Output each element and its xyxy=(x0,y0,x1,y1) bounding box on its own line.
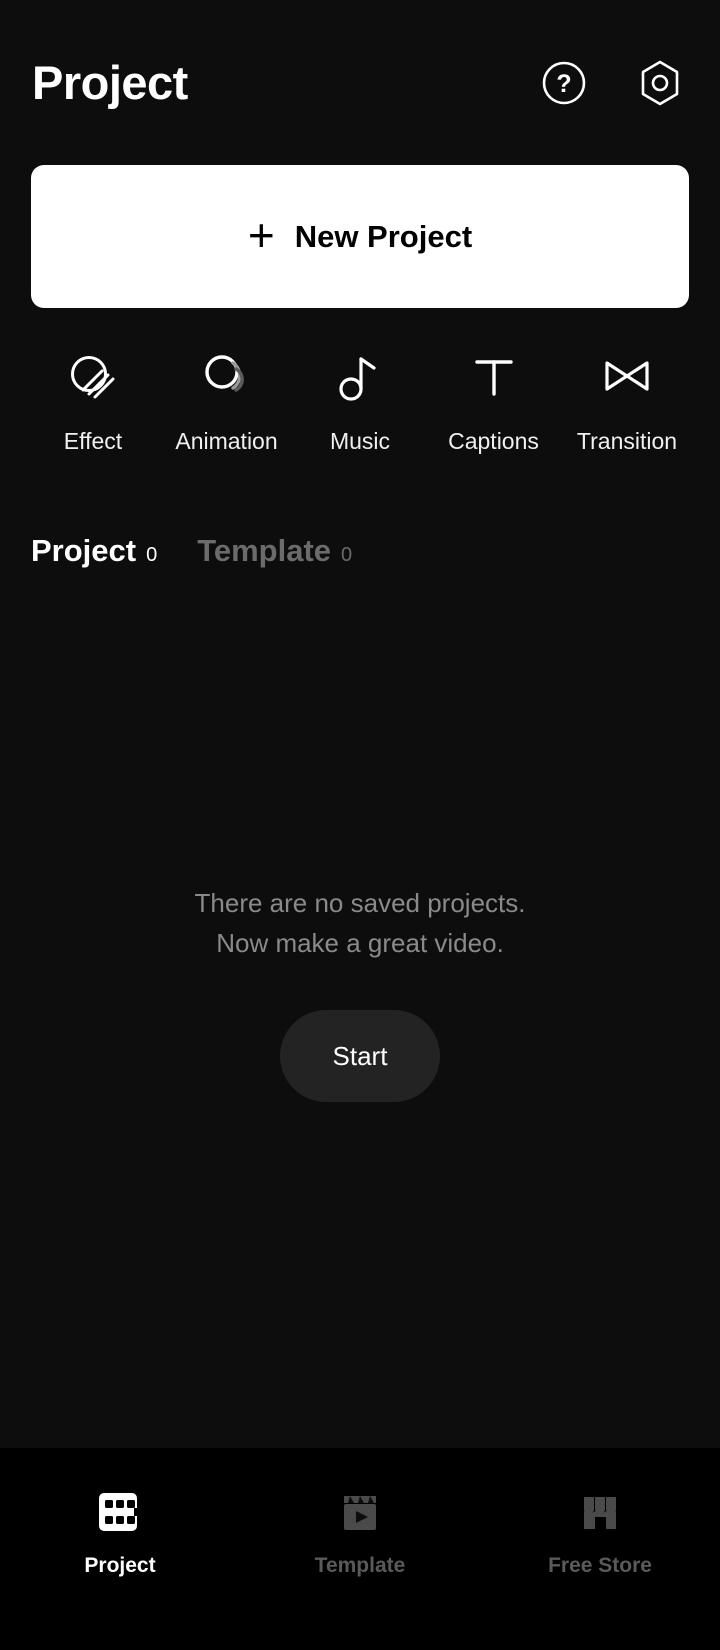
plus-icon: + xyxy=(247,208,275,261)
clapperboard-icon xyxy=(337,1484,383,1540)
tool-label: Effect xyxy=(63,428,123,454)
nav-item-free-store[interactable]: Free Store xyxy=(500,1484,700,1578)
storefront-icon xyxy=(577,1484,623,1540)
tool-label: Captions xyxy=(448,428,539,454)
header-actions: ? xyxy=(538,57,686,109)
settings-hexagon-icon[interactable] xyxy=(634,57,686,109)
tab-count: 0 xyxy=(146,544,158,566)
music-note-icon xyxy=(331,346,389,408)
app-screen: Project ? + New Project Effect Animation… xyxy=(0,0,720,1650)
tool-label: Transition xyxy=(576,428,678,454)
empty-message-line-1: There are no saved projects. xyxy=(194,888,526,918)
nav-label: Free Store xyxy=(548,1554,652,1577)
nav-label: Project xyxy=(84,1554,156,1577)
effect-icon xyxy=(64,346,122,408)
tool-effect[interactable]: Effect xyxy=(38,346,148,455)
text-t-icon xyxy=(465,346,523,408)
svg-text:?: ? xyxy=(556,70,571,98)
nav-item-project[interactable]: Project xyxy=(20,1484,220,1578)
start-button[interactable]: Start xyxy=(280,1010,440,1103)
header: Project ? xyxy=(0,0,720,165)
tool-label: Music xyxy=(329,428,391,454)
tab-label: Template xyxy=(197,533,332,568)
help-circle-icon[interactable]: ? xyxy=(538,57,590,109)
nav-item-template[interactable]: Template xyxy=(260,1484,460,1578)
animation-icon xyxy=(198,346,256,408)
content-tabs: Project 0 Template 0 xyxy=(0,455,720,569)
tab-count: 0 xyxy=(341,544,353,566)
tab-template[interactable]: Template 0 xyxy=(197,533,352,569)
nav-label: Template xyxy=(314,1554,406,1577)
empty-message-line-2: Now make a great video. xyxy=(216,927,504,958)
tool-transition[interactable]: Transition xyxy=(572,346,682,455)
page-title: Project xyxy=(32,56,188,109)
tab-label: Project xyxy=(31,533,137,568)
bottom-navigation: Project Template Free Store xyxy=(0,1448,720,1650)
transition-bowtie-icon xyxy=(598,346,656,408)
tool-music[interactable]: Music xyxy=(305,346,415,455)
tool-label: Animation xyxy=(175,428,278,454)
tool-animation[interactable]: Animation xyxy=(172,346,282,455)
tool-captions[interactable]: Captions xyxy=(439,346,549,455)
new-project-button[interactable]: + New Project xyxy=(31,165,689,308)
tab-project[interactable]: Project 0 xyxy=(31,533,157,569)
tools-row: Effect Animation Music Captions Transiti… xyxy=(0,308,720,455)
new-project-section: + New Project xyxy=(0,165,720,308)
new-project-label: New Project xyxy=(294,218,473,254)
filmstrip-icon xyxy=(95,1484,145,1540)
